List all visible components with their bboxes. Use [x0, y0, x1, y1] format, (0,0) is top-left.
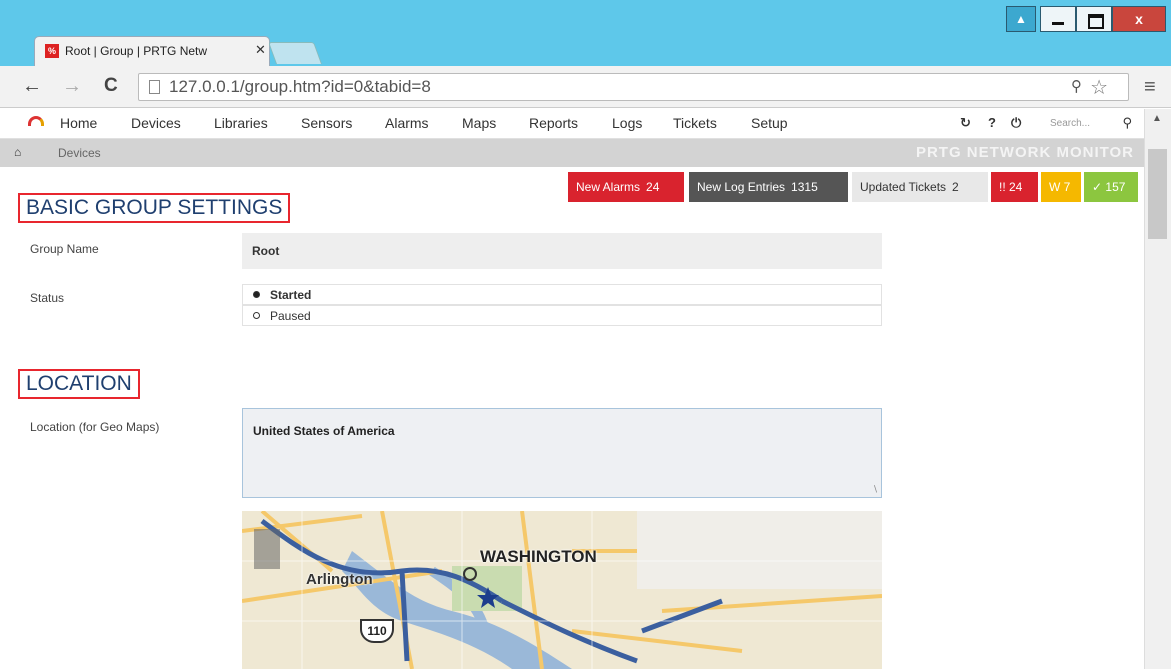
breadcrumb-devices[interactable]: Devices — [58, 146, 101, 160]
tab-title: Root | Group | PRTG Netw — [65, 44, 208, 58]
nav-item-tickets[interactable]: Tickets — [673, 115, 717, 131]
search-placeholder: Search... — [1050, 118, 1091, 129]
nav-item-logs[interactable]: Logs — [612, 115, 642, 131]
user-profile-button[interactable]: ▲ — [1006, 6, 1036, 32]
new-log-entries-count: 1315 — [791, 180, 818, 194]
route-shield-icon: 110 — [360, 619, 394, 643]
window-title-bar: % Root | Group | PRTG Netw ✕ ▲ x — [0, 0, 1171, 66]
prtg-logo-icon[interactable] — [28, 116, 44, 126]
nav-item-home[interactable]: Home — [60, 115, 97, 131]
status-started-label: Started — [270, 288, 312, 302]
location-textarea[interactable]: United States of America ∖ — [242, 408, 882, 498]
new-log-entries-label: New Log Entries — [697, 180, 786, 194]
status-paused-radio[interactable]: Paused — [242, 305, 882, 326]
help-icon[interactable]: ? — [988, 115, 996, 130]
nav-item-reports[interactable]: Reports — [529, 115, 578, 131]
nav-item-devices[interactable]: Devices — [131, 115, 181, 131]
reload-icon[interactable]: C — [104, 76, 118, 96]
main-nav: Home Devices Libraries Sensors Alarms Ma… — [0, 109, 1144, 139]
logout-power-icon[interactable]: ⏻ — [1011, 115, 1021, 131]
updated-tickets-badge[interactable]: Updated Tickets 2 — [852, 172, 988, 202]
home-icon[interactable]: ⌂ — [14, 145, 21, 159]
minimize-button[interactable] — [1040, 6, 1076, 32]
nav-item-sensors[interactable]: Sensors — [301, 115, 352, 131]
group-name-label: Group Name — [30, 242, 99, 256]
breadcrumb: ⌂ Devices PRTG NETWORK MONITOR — [0, 139, 1144, 167]
bookmark-star-icon[interactable]: ☆ — [1090, 75, 1108, 100]
new-alarms-label: New Alarms — [576, 180, 641, 194]
radio-selected-icon[interactable] — [253, 291, 260, 298]
map-label-city: WASHINGTON — [480, 547, 597, 566]
resize-grip-icon[interactable]: ∖ — [872, 484, 878, 495]
updated-tickets-label: Updated Tickets — [860, 180, 947, 194]
window-close-button[interactable]: x — [1112, 6, 1166, 32]
location-heading: LOCATION — [18, 369, 140, 399]
ok-sensors-badge[interactable]: ✓ 157 — [1084, 172, 1138, 202]
nav-item-alarms[interactable]: Alarms — [385, 115, 429, 131]
forward-arrow-icon[interactable]: → — [62, 76, 82, 96]
key-icon[interactable]: ⚲ — [1071, 77, 1082, 95]
map-zoom-control[interactable] — [254, 529, 280, 569]
group-name-value: Root — [252, 244, 280, 258]
status-started-radio[interactable]: Started — [242, 284, 882, 305]
error-sensors-badge[interactable]: !! 24 — [991, 172, 1038, 202]
search-icon[interactable]: ⚲ — [1122, 115, 1132, 131]
location-label: Location (for Geo Maps) — [30, 420, 160, 434]
refresh-icon[interactable]: ↻ — [960, 115, 971, 131]
address-toolbar: ← → C 127.0.0.1/group.htm?id=0&tabid=8 ⚲… — [0, 66, 1171, 108]
browser-menu-icon[interactable]: ≡ — [1144, 76, 1156, 99]
scrollbar-thumb[interactable] — [1148, 149, 1167, 239]
back-arrow-icon[interactable]: ← — [22, 76, 42, 96]
url-input[interactable]: 127.0.0.1/group.htm?id=0&tabid=8 ⚲ ☆ — [138, 73, 1129, 101]
nav-item-libraries[interactable]: Libraries — [214, 115, 268, 131]
map-label-area: Arlington — [306, 571, 373, 588]
nav-item-setup[interactable]: Setup — [751, 115, 788, 131]
basic-group-settings-heading: BASIC GROUP SETTINGS — [18, 193, 291, 223]
scroll-up-arrow-icon[interactable]: ▲ — [1152, 113, 1162, 124]
map-graphic — [242, 511, 882, 669]
browser-tab[interactable]: % Root | Group | PRTG Netw ✕ — [34, 36, 270, 66]
page-icon — [149, 80, 160, 94]
status-paused-label: Paused — [270, 309, 311, 323]
new-tab-button[interactable] — [267, 42, 323, 64]
nav-item-maps[interactable]: Maps — [462, 115, 496, 131]
page-scrollbar[interactable]: ▲ — [1144, 109, 1171, 669]
tab-close-icon[interactable]: ✕ — [255, 42, 266, 58]
search-input[interactable]: Search... ⚲ — [1048, 113, 1138, 135]
group-name-field[interactable]: Root — [242, 233, 882, 269]
radio-unselected-icon[interactable] — [253, 312, 260, 319]
geo-map[interactable]: WASHINGTON Arlington 110 — [242, 511, 882, 669]
location-value: United States of America — [253, 424, 395, 438]
url-text: 127.0.0.1/group.htm?id=0&tabid=8 — [169, 77, 431, 96]
status-label: Status — [30, 291, 65, 305]
maximize-button[interactable] — [1076, 6, 1112, 32]
new-alarms-count: 24 — [646, 180, 660, 194]
new-alarms-badge[interactable]: New Alarms 24 — [568, 172, 684, 202]
brand-title: PRTG NETWORK MONITOR — [915, 144, 1134, 161]
prtg-favicon-icon: % — [45, 44, 59, 58]
new-log-entries-badge[interactable]: New Log Entries 1315 — [689, 172, 848, 202]
map-land-east — [637, 589, 882, 669]
warning-sensors-badge[interactable]: W 7 — [1041, 172, 1081, 202]
updated-tickets-count: 2 — [952, 180, 959, 194]
map-land — [242, 511, 637, 669]
